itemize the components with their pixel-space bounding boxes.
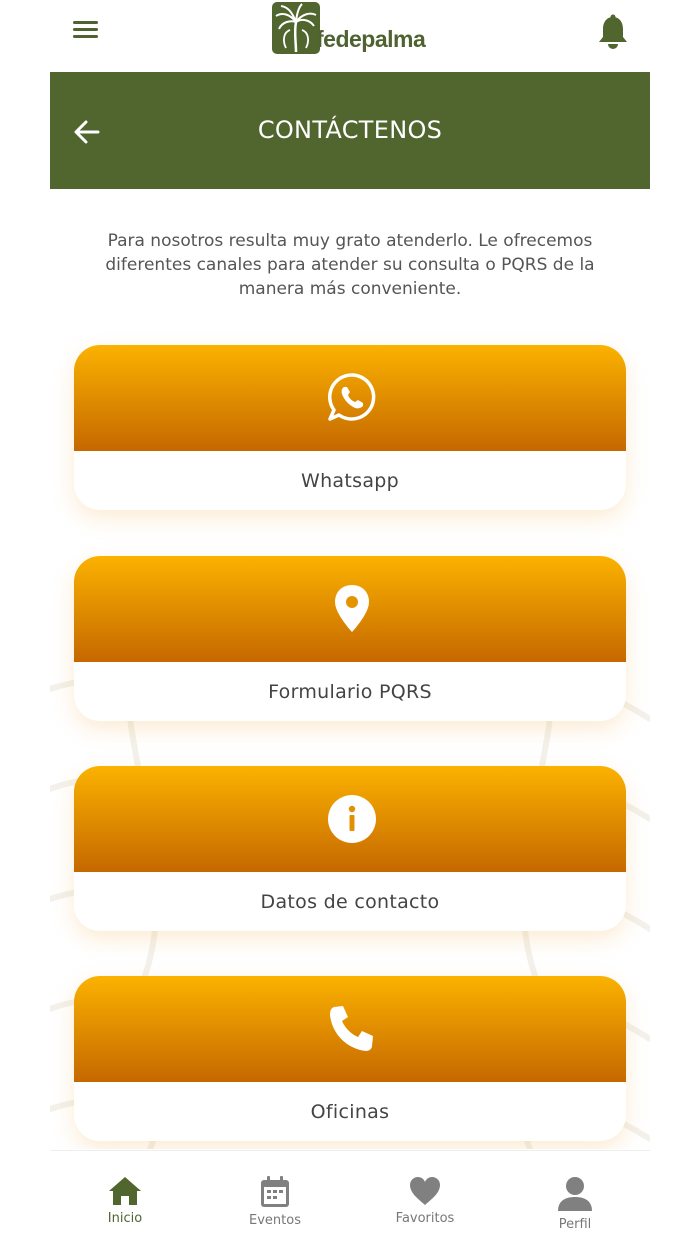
- card-label: Datos de contacto: [260, 891, 440, 913]
- heart-icon: [410, 1177, 440, 1205]
- menu-icon-line: [73, 21, 98, 24]
- top-app-bar: fedepalma: [0, 0, 700, 72]
- nav-label: Perfil: [558, 1217, 592, 1232]
- nav-item-perfil[interactable]: Perfil: [520, 1175, 630, 1232]
- logo-text: fedepalma: [316, 26, 426, 52]
- home-icon: [109, 1177, 141, 1205]
- phone-icon: [330, 1006, 373, 1051]
- calendar-icon: [261, 1176, 289, 1207]
- nav-item-inicio[interactable]: Inicio: [70, 1175, 180, 1226]
- location-pin-icon: [335, 585, 369, 632]
- card-label: Oficinas: [310, 1101, 390, 1123]
- nav-item-eventos[interactable]: Eventos: [220, 1175, 330, 1228]
- pqrs-form-card[interactable]: Formulario PQRS: [74, 556, 626, 721]
- card-header: [74, 556, 626, 662]
- page-title: CONTÁCTENOS: [257, 116, 443, 144]
- bottom-navigation: Inicio Eventos Favoritos Perfil: [50, 1150, 650, 1244]
- user-icon: [558, 1177, 592, 1211]
- menu-button[interactable]: [70, 18, 102, 46]
- whatsapp-icon: [328, 373, 376, 421]
- card-label: Whatsapp: [301, 470, 399, 492]
- whatsapp-card[interactable]: Whatsapp: [74, 345, 626, 510]
- intro-text: Para nosotros resulta muy grato atenderl…: [105, 231, 595, 299]
- menu-icon-line: [73, 35, 98, 38]
- menu-icon-line: [73, 28, 98, 31]
- page-header: CONTÁCTENOS: [50, 72, 650, 189]
- contact-data-card[interactable]: Datos de contacto: [74, 766, 626, 931]
- card-header: [74, 976, 626, 1082]
- nav-label: Inicio: [107, 1211, 143, 1226]
- nav-item-favoritos[interactable]: Favoritos: [370, 1175, 480, 1226]
- card-header: [74, 345, 626, 451]
- info-icon: [328, 795, 376, 843]
- card-header: [74, 766, 626, 872]
- offices-card[interactable]: Oficinas: [74, 976, 626, 1141]
- nav-label: Favoritos: [395, 1211, 455, 1226]
- bell-icon: [599, 14, 627, 49]
- nav-label: Eventos: [249, 1213, 301, 1228]
- card-label: Formulario PQRS: [268, 681, 432, 703]
- contact-content: Para nosotros resulta muy grato atenderl…: [50, 189, 650, 1149]
- palm-logo-icon: [272, 2, 320, 54]
- fedepalma-logo: fedepalma: [272, 2, 432, 54]
- notifications-button[interactable]: [596, 14, 630, 50]
